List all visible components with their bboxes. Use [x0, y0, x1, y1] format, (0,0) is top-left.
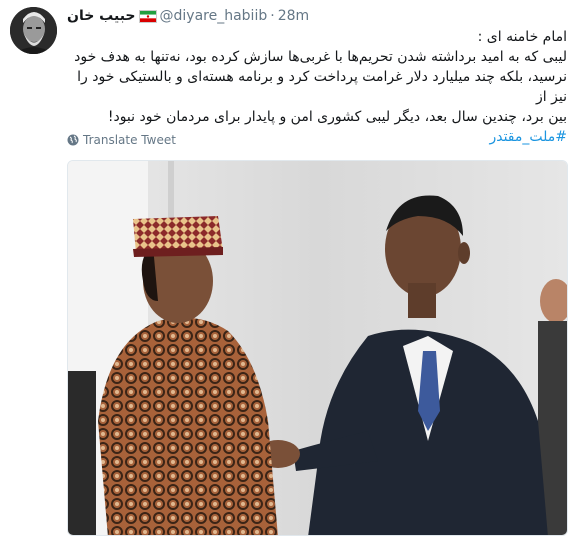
separator: · [270, 8, 275, 24]
tweet-line: لیبی که به امید برداشته شدن تحریم‌ها با … [74, 49, 567, 65]
globe-icon [67, 134, 79, 146]
tweet-header: حبیب خان @diyare_habiib · 28m [67, 6, 309, 26]
tweet-line: امام خامنه ای : [477, 29, 567, 45]
user-handle[interactable]: @diyare_habiib [160, 8, 268, 24]
tweet-line: بین برد، چندین سال بعد، دیگر لیبی کشوری … [107, 109, 567, 125]
tweet-text: امام خامنه ای : لیبی که به امید برداشته … [67, 27, 567, 147]
tweet-photo[interactable] [67, 160, 568, 536]
iran-flag-icon [138, 9, 157, 23]
tweet: حبیب خان @diyare_habiib · 28m امام خامنه… [0, 0, 576, 543]
timestamp[interactable]: 28m [278, 8, 309, 24]
hashtag-link[interactable]: #ملت_مقتدر [489, 129, 567, 145]
translate-label: Translate Tweet [83, 133, 176, 147]
tweet-line: نرسید، بلکه چند میلیارد دلار غرامت پرداخ… [77, 69, 567, 105]
display-name[interactable]: حبیب خان [67, 8, 136, 24]
avatar[interactable] [10, 7, 57, 54]
translate-tweet-link[interactable]: Translate Tweet [67, 133, 176, 147]
